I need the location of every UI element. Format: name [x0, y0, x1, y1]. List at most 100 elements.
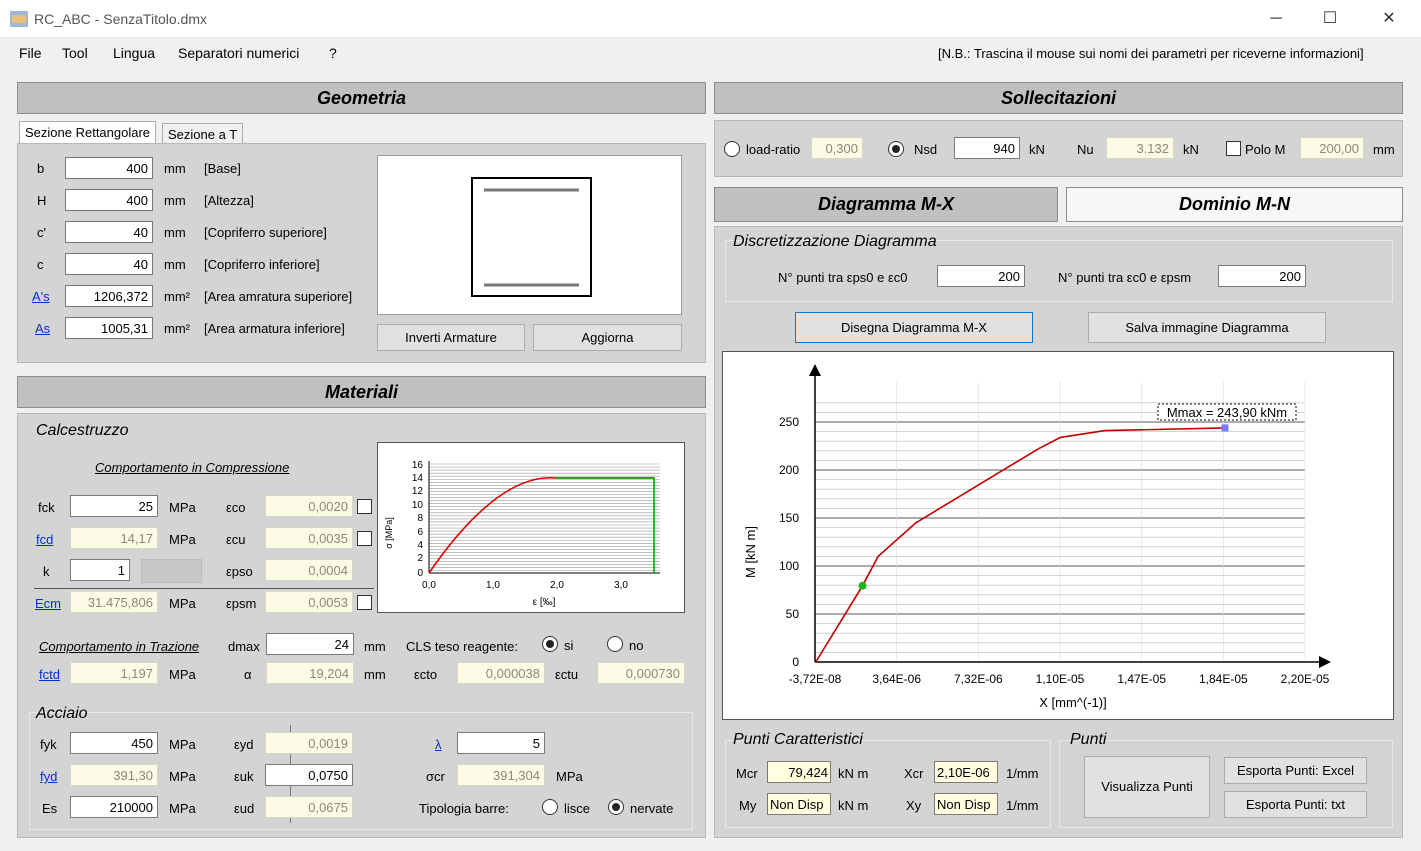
alpha-label: α: [244, 667, 252, 682]
b-input[interactable]: 400: [65, 157, 153, 179]
fctd-label-link[interactable]: fctd: [39, 667, 60, 682]
punti-title: Punti: [1070, 731, 1107, 748]
c1-input[interactable]: 40: [65, 221, 153, 243]
lambda-label-link[interactable]: λ: [435, 737, 442, 752]
menu-lingua[interactable]: Lingua: [113, 45, 155, 61]
inverti-armature-button[interactable]: Inverti Armature: [377, 324, 525, 351]
disegna-diagramma-button[interactable]: Disegna Diagramma M-X: [795, 312, 1033, 343]
fyk-input[interactable]: 450: [70, 732, 158, 754]
minimize-button[interactable]: ─: [1253, 0, 1299, 38]
y-tick-label: 100: [779, 559, 799, 573]
lambda-input[interactable]: 5: [457, 732, 545, 754]
lisce-radio[interactable]: [542, 799, 558, 815]
my-unit: kN m: [838, 798, 869, 813]
esporta-txt-button[interactable]: Esporta Punti: txt: [1224, 791, 1367, 818]
c-input[interactable]: 40: [65, 253, 153, 275]
epso-value: 0,0004: [265, 559, 353, 581]
as-input[interactable]: 1005,31: [65, 317, 153, 339]
mini-xtick: 0,0: [422, 580, 436, 591]
tab-dominio-mn[interactable]: Dominio M-N: [1066, 187, 1403, 222]
menu-separatori[interactable]: Separatori numerici: [178, 45, 299, 61]
epso-label: εpso: [226, 564, 253, 579]
aggiorna-button[interactable]: Aggiorna: [533, 324, 682, 351]
mini-ytick: 14: [412, 473, 424, 484]
dmax-unit: mm: [364, 639, 386, 654]
sollecitazioni-header: Sollecitazioni: [714, 82, 1403, 114]
as-label-link[interactable]: As: [35, 321, 50, 336]
divider: [34, 588, 374, 589]
mx-curve: [815, 427, 1226, 663]
k-dropdown[interactable]: [141, 559, 202, 583]
fyd-unit: MPa: [169, 769, 196, 784]
c-label: c: [37, 257, 44, 272]
tab-sezione-rettangolare[interactable]: Sezione Rettangolare: [19, 121, 157, 143]
k-input[interactable]: 1: [70, 559, 130, 581]
punti-1-input[interactable]: 200: [937, 265, 1025, 287]
close-button[interactable]: ✕: [1366, 0, 1412, 38]
mini-xtick: 3,0: [614, 580, 628, 591]
fcd-label-link[interactable]: fcd: [36, 532, 53, 547]
menu-file[interactable]: File: [19, 45, 42, 61]
alpha-unit: mm: [364, 667, 386, 682]
punti-2-label: N° punti tra εc0 e εpsm: [1058, 270, 1192, 285]
geometria-header: Geometria: [17, 82, 706, 114]
as1-input[interactable]: 1206,372: [65, 285, 153, 307]
es-input[interactable]: 210000: [70, 796, 158, 818]
dmax-input[interactable]: 24: [266, 633, 354, 655]
epsm-checkbox[interactable]: [357, 595, 372, 610]
esporta-excel-button[interactable]: Esporta Punti: Excel: [1224, 757, 1367, 784]
calcestruzzo-title: Calcestruzzo: [36, 422, 129, 439]
eud-value: 0,0675: [265, 796, 353, 818]
ectu-value: 0,000730: [597, 662, 685, 684]
euk-label: εuk: [234, 769, 254, 784]
fyd-value: 391,30: [70, 764, 158, 786]
fyd-label-link[interactable]: fyd: [40, 769, 57, 784]
ecto-label: εcto: [414, 667, 438, 682]
polo-m-value: 200,00: [1300, 137, 1364, 159]
cls-si-radio[interactable]: [542, 636, 558, 652]
punti-2-input[interactable]: 200: [1218, 265, 1306, 287]
euk-input[interactable]: 0,0750: [265, 764, 353, 786]
app-icon: [10, 11, 28, 27]
nervate-radio[interactable]: [608, 799, 624, 815]
mx-chart: Mmax = 243,90 kNm M [kN m] X [mm^(-1)] 0…: [722, 351, 1394, 720]
as1-label-link[interactable]: A's: [32, 289, 50, 304]
title-bar: RC_ABC - SenzaTitolo.dmx ─ ☐ ✕: [0, 0, 1421, 38]
mini-xlabel: ε [‰]: [533, 597, 556, 608]
nsd-input[interactable]: 940: [954, 137, 1020, 159]
as-unit: mm²: [164, 321, 190, 336]
punti-caratteristici-title: Punti Caratteristici: [733, 731, 863, 748]
tab-diagramma-mx[interactable]: Diagramma M-X: [714, 187, 1058, 222]
max-point: [1221, 424, 1229, 432]
mini-ytick: 12: [412, 486, 424, 497]
y-tick-label: 50: [786, 607, 800, 621]
eco-checkbox[interactable]: [357, 499, 372, 514]
mcr-label: Mcr: [736, 766, 758, 781]
x-tick-label: 7,32E-06: [954, 672, 1003, 686]
b-unit: mm: [164, 161, 186, 176]
cls-no-radio[interactable]: [607, 636, 623, 652]
mx-xlabel: X [mm^(-1)]: [1039, 695, 1106, 710]
nsd-radio[interactable]: [888, 141, 904, 157]
x-tick-label: 3,64E-06: [872, 672, 921, 686]
maximize-button[interactable]: ☐: [1307, 0, 1353, 38]
ecu-checkbox[interactable]: [357, 531, 372, 546]
fcd-value: 14,17: [70, 527, 158, 549]
menu-help[interactable]: ?: [329, 45, 337, 61]
visualizza-punti-button[interactable]: Visualizza Punti: [1084, 756, 1210, 818]
ecm-label-link[interactable]: Ecm: [35, 596, 61, 611]
polo-m-checkbox[interactable]: [1226, 141, 1241, 156]
my-label: My: [739, 798, 757, 813]
es-unit: MPa: [169, 801, 196, 816]
section-drawing: [471, 177, 592, 297]
eyd-label: εyd: [234, 737, 254, 752]
my-value: Non Disp: [767, 793, 831, 815]
h-input[interactable]: 400: [65, 189, 153, 211]
salva-immagine-button[interactable]: Salva immagine Diagramma: [1088, 312, 1326, 343]
menu-tool[interactable]: Tool: [62, 45, 88, 61]
fck-input[interactable]: 25: [70, 495, 158, 517]
c1-unit: mm: [164, 225, 186, 240]
load-ratio-radio[interactable]: [724, 141, 740, 157]
load-ratio-value: 0,300: [811, 137, 863, 159]
y-tick-label: 0: [792, 655, 799, 669]
